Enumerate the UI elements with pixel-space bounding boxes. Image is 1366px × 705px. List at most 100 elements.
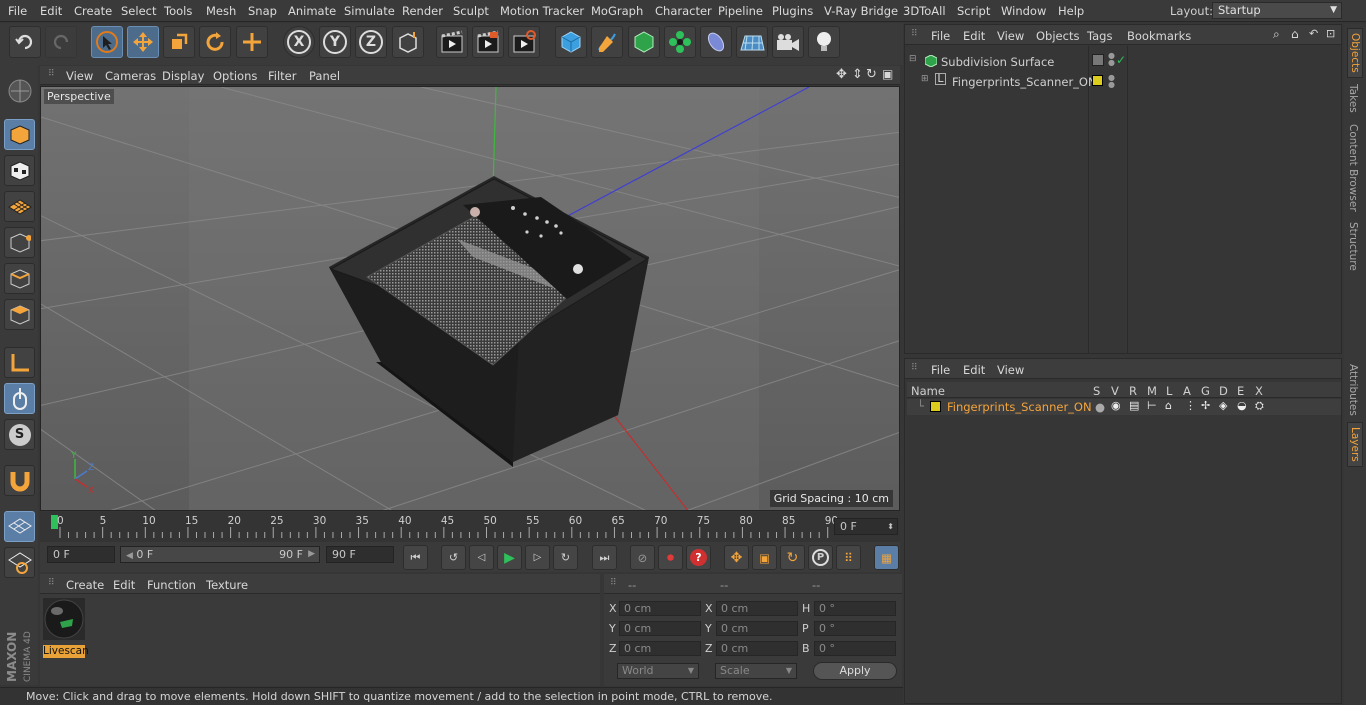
menu-help[interactable]: Help xyxy=(1058,4,1084,18)
lock-y-axis-button[interactable]: Y xyxy=(319,26,351,58)
menu-animate[interactable]: Animate xyxy=(288,4,336,18)
end-frame-field[interactable]: 90 F xyxy=(326,546,394,563)
solo-dot-icon[interactable]: ● xyxy=(1095,400,1105,414)
render-clapper-icon[interactable]: ▤ xyxy=(1129,399,1139,412)
pos-x-field[interactable]: 0 cm xyxy=(619,601,701,616)
expand-icon[interactable]: ⊡ xyxy=(1326,27,1335,40)
col-deformers[interactable]: D xyxy=(1219,384,1228,398)
start-frame-field[interactable]: 0 F xyxy=(47,546,115,563)
expand-icon[interactable]: ⊞ xyxy=(921,74,929,84)
col-animation[interactable]: A xyxy=(1183,384,1191,398)
current-frame-field[interactable]: 0 F ⬍ xyxy=(834,518,898,535)
subdivision-surface-button[interactable] xyxy=(628,26,660,58)
cloner-button[interactable] xyxy=(664,26,696,58)
rotate-button[interactable] xyxy=(199,26,231,58)
viewport-menu-cameras[interactable]: Cameras xyxy=(105,69,156,83)
size-y-field[interactable]: 0 cm xyxy=(716,621,798,636)
tweak-mode-button[interactable] xyxy=(4,383,35,414)
menu-script[interactable]: Script xyxy=(957,4,990,18)
layer-row[interactable]: └ Fingerprints_Scanner_ON ● ◉ ▤ ⊢ ⌂ ⋮ ✢ … xyxy=(907,399,1341,415)
previous-frame-button[interactable]: ◁ xyxy=(469,545,494,570)
objects-menu-file[interactable]: File xyxy=(931,29,950,43)
size-z-field[interactable]: 0 cm xyxy=(716,641,798,656)
layout-select[interactable]: Startup ▼ xyxy=(1212,2,1342,19)
viewport-menu-options[interactable]: Options xyxy=(213,69,257,83)
generator-icon[interactable]: ✢ xyxy=(1201,399,1210,412)
viewport-camera-label[interactable]: Perspective xyxy=(44,89,114,104)
rot-h-field[interactable]: 0 ° xyxy=(814,601,896,616)
key-parameter-button[interactable]: P xyxy=(808,545,833,570)
next-key-button[interactable]: ↻ xyxy=(553,545,578,570)
col-locked[interactable]: L xyxy=(1166,384,1172,398)
layers-menu-edit[interactable]: Edit xyxy=(963,363,985,377)
menu-file[interactable]: File xyxy=(8,4,27,18)
rot-b-field[interactable]: 0 ° xyxy=(814,641,896,656)
light-button[interactable] xyxy=(808,26,840,58)
xref-icon[interactable]: ⛭ xyxy=(1255,399,1264,413)
key-position-button[interactable]: ✥ xyxy=(724,545,749,570)
auto-key-button[interactable]: ? xyxy=(686,545,711,570)
material-swatch[interactable]: Livescan xyxy=(43,598,89,658)
next-frame-button[interactable]: ▷ xyxy=(525,545,550,570)
viewport-menu-view[interactable]: View xyxy=(66,69,93,83)
menu-window[interactable]: Window xyxy=(1001,4,1046,18)
tab-content-browser[interactable]: Content Browser xyxy=(1347,124,1359,212)
back-icon[interactable]: ↶ xyxy=(1309,27,1318,40)
menu-motion-tracker[interactable]: Motion Tracker xyxy=(500,4,584,18)
menu-snap[interactable]: Snap xyxy=(248,4,277,18)
points-mode-button[interactable] xyxy=(4,227,35,258)
objects-menu-view[interactable]: View xyxy=(997,29,1024,43)
texture-mode-button[interactable] xyxy=(4,155,35,186)
menu-select[interactable]: Select xyxy=(121,4,156,18)
objects-menu-tags[interactable]: Tags xyxy=(1087,29,1112,43)
viewport-rotate-icon[interactable]: ↻ xyxy=(866,67,877,82)
3d-viewport[interactable]: Perspective Grid Spacing : 10 cm Y Z X xyxy=(40,86,900,511)
axis-mode-button[interactable] xyxy=(4,347,35,378)
search-icon[interactable]: ⌕ xyxy=(1273,27,1280,42)
camera-button[interactable] xyxy=(772,26,804,58)
timeline-ruler[interactable]: 0 5 10 15 20 25 30 35 40 45 50 55 60 65 70 75 80 85 90 0 F… xyxy=(40,512,900,542)
viewport-menu-panel[interactable]: Panel xyxy=(309,69,340,83)
col-manager[interactable]: M xyxy=(1147,384,1157,398)
viewport-move-icon[interactable]: ✥ xyxy=(836,67,847,82)
workplane-align-button[interactable] xyxy=(4,547,35,578)
preview-range-slider[interactable]: ◀ 0 F 90 F ▶ xyxy=(120,546,320,563)
material-menu-create[interactable]: Create xyxy=(66,578,104,592)
viewport-zoom-icon[interactable]: ⇕ xyxy=(852,67,863,82)
model-mode-button[interactable] xyxy=(4,119,35,150)
lock-icon[interactable]: ⌂ xyxy=(1165,399,1172,412)
menu-sculpt[interactable]: Sculpt xyxy=(453,4,489,18)
objects-menu-objects[interactable]: Objects xyxy=(1036,29,1079,43)
render-view-button[interactable] xyxy=(436,26,468,58)
eye-icon[interactable]: ◉ xyxy=(1111,399,1121,412)
object-row-subdivision[interactable]: ⊟ Subdivision Surface ● ● ✓ xyxy=(905,52,1343,71)
material-menu-texture[interactable]: Texture xyxy=(206,578,248,592)
move-button[interactable] xyxy=(127,26,159,58)
col-view[interactable]: V xyxy=(1111,384,1119,398)
live-selection-button[interactable] xyxy=(91,26,123,58)
render-picture-viewer-button[interactable] xyxy=(472,26,504,58)
solo-mode-button[interactable]: S xyxy=(4,419,35,450)
menu-pipeline[interactable]: Pipeline xyxy=(718,4,763,18)
col-generators[interactable]: G xyxy=(1201,384,1210,398)
menu-edit[interactable]: Edit xyxy=(40,4,62,18)
menu-create[interactable]: Create xyxy=(74,4,112,18)
enabled-check-icon[interactable]: ✓ xyxy=(1116,53,1126,67)
apply-button[interactable]: Apply xyxy=(813,662,897,680)
lock-z-axis-button[interactable]: Z xyxy=(355,26,387,58)
previous-key-button[interactable]: ↺ xyxy=(441,545,466,570)
layer-name[interactable]: Fingerprints_Scanner_ON xyxy=(947,400,1092,414)
deformer-icon[interactable]: ◈ xyxy=(1219,399,1227,412)
col-render[interactable]: R xyxy=(1129,384,1137,398)
objects-menu-bookmarks[interactable]: Bookmarks xyxy=(1127,29,1191,43)
polygons-mode-button[interactable] xyxy=(4,299,35,330)
render-settings-button[interactable] xyxy=(508,26,540,58)
pen-spline-button[interactable] xyxy=(591,26,623,58)
objects-menu-edit[interactable]: Edit xyxy=(963,29,985,43)
layers-menu-file[interactable]: File xyxy=(931,363,950,377)
edges-mode-button[interactable] xyxy=(4,263,35,294)
tab-takes[interactable]: Takes xyxy=(1347,84,1359,113)
cube-button[interactable] xyxy=(555,26,587,58)
tab-layers[interactable]: Layers xyxy=(1347,422,1363,467)
key-scale-button[interactable]: ▣ xyxy=(752,545,777,570)
